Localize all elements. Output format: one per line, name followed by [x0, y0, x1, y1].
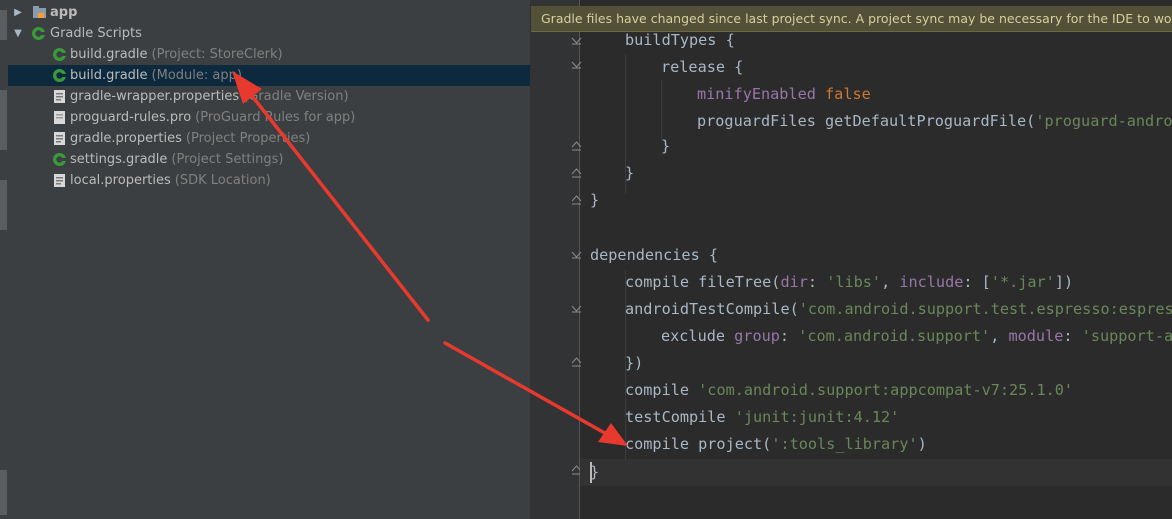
fold-marker-icon[interactable]: [571, 167, 582, 178]
folder-icon: [32, 5, 47, 20]
tool-window-tab[interactable]: [0, 470, 7, 515]
fold-marker-icon[interactable]: [571, 248, 582, 259]
properties-file-icon: [52, 131, 67, 146]
code-line-14: testCompile 'junit:junit:4.12': [625, 408, 900, 426]
code-line-13: compile 'com.android.support:appcompat-v…: [625, 381, 1074, 399]
gradle-icon: [52, 68, 67, 83]
tree-item-label: gradle-wrapper.properties: [70, 89, 240, 104]
tree-item-hint: (ProGuard Rules for app): [195, 110, 356, 125]
tree-row-gradle-wrapper-properties[interactable]: gradle-wrapper.properties (Gradle Version…: [8, 86, 530, 107]
fold-marker-icon[interactable]: [571, 356, 582, 367]
tree-item-hint: (Project: StoreClerk): [151, 47, 283, 62]
fold-marker-icon[interactable]: [571, 302, 582, 313]
fold-marker-icon[interactable]: [571, 58, 582, 69]
code-line-8: dependencies {: [590, 246, 719, 264]
code-line-3: minifyEnabled false: [697, 85, 871, 103]
tree-item-label: build.gradle: [70, 47, 148, 62]
gradle-icon: [31, 26, 46, 41]
code-line-11: exclude group: 'com.android.support', mo…: [661, 327, 1172, 345]
text-caret: [590, 462, 592, 483]
code-line-15: compile project(':tools_library'): [625, 435, 927, 453]
tree-item-label: proguard-rules.pro: [70, 110, 192, 125]
tree-item-label: app: [50, 5, 78, 20]
indent-guide: [661, 80, 662, 140]
expand-arrow-icon[interactable]: ▶: [12, 2, 24, 23]
code-line-1: buildTypes {: [625, 31, 735, 49]
properties-file-icon: [52, 173, 67, 188]
fold-marker-icon[interactable]: [571, 140, 582, 151]
tree-item-label: Gradle Scripts: [50, 26, 142, 41]
fold-marker-icon[interactable]: [571, 194, 582, 205]
tree-item-hint: (Project Settings): [171, 152, 284, 167]
tree-item-label: local.properties: [70, 173, 171, 188]
tool-window-tab[interactable]: [0, 90, 7, 150]
tool-window-tab[interactable]: [0, 180, 7, 230]
collapse-arrow-icon[interactable]: ▼: [12, 23, 24, 44]
code-line-10: androidTestCompile('com.android.support.…: [625, 300, 1172, 318]
tree-item-hint: (SDK Location): [174, 173, 271, 188]
file-icon: [52, 110, 67, 125]
editor-gutter[interactable]: [531, 0, 582, 519]
code-line-4: proguardFiles getDefaultProguardFile('pr…: [697, 112, 1172, 130]
tree-row-settings-gradle[interactable]: settings.gradle (Project Settings): [8, 149, 530, 170]
tree-item-hint: (Module: app): [151, 68, 242, 83]
code-line-5: }: [661, 137, 671, 155]
gradle-icon: [52, 47, 67, 62]
tree-row-proguard-rules[interactable]: proguard-rules.pro (ProGuard Rules for ap…: [8, 107, 530, 128]
tree-item-label: build.gradle: [70, 68, 148, 83]
tree-row-build-gradle-project[interactable]: build.gradle (Project: StoreClerk): [8, 44, 530, 65]
tree-item-hint: (Gradle Version): [243, 89, 349, 104]
code-line-9: compile fileTree(dir: 'libs', include: […: [625, 273, 1074, 291]
tree-item-hint: (Project Properties): [185, 131, 311, 146]
current-line-highlight: [580, 459, 1172, 486]
tree-row-build-gradle-module[interactable]: build.gradle (Module: app): [8, 65, 530, 86]
code-line-6: }: [625, 164, 635, 182]
tree-item-label: settings.gradle: [70, 152, 168, 167]
tree-row-app[interactable]: ▶ app: [8, 2, 530, 23]
tree-row-local-properties[interactable]: local.properties (SDK Location): [8, 170, 530, 191]
tree-row-gradle-scripts[interactable]: ▼ Gradle Scripts: [8, 23, 530, 44]
tree-item-label: gradle.properties: [70, 131, 182, 146]
fold-marker-icon[interactable]: [571, 34, 582, 45]
code-line-12: }): [625, 354, 644, 372]
gradle-icon: [52, 152, 67, 167]
tool-window-tab[interactable]: [0, 10, 7, 40]
code-line-7: }: [590, 191, 600, 209]
tree-row-gradle-properties[interactable]: gradle.properties (Project Properties): [8, 128, 530, 149]
code-line-2: release {: [661, 58, 744, 76]
properties-file-icon: [52, 89, 67, 104]
